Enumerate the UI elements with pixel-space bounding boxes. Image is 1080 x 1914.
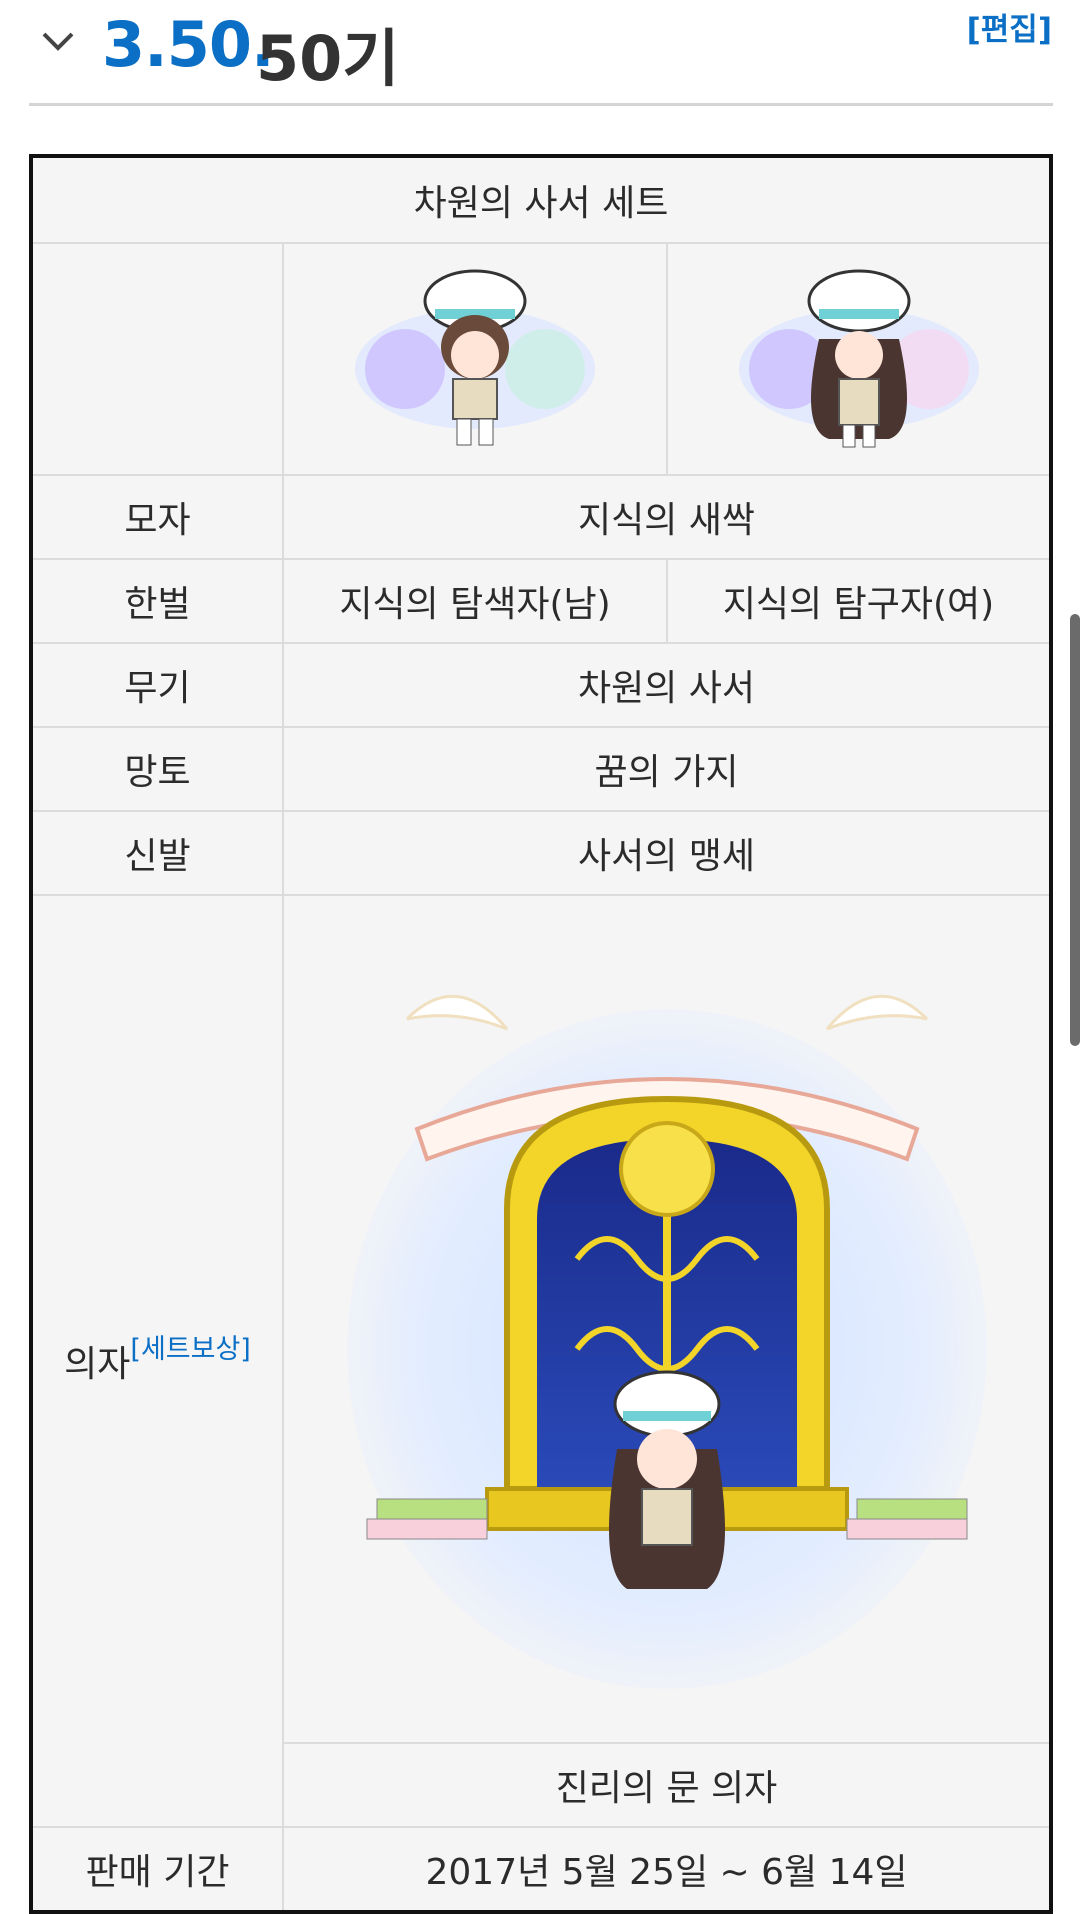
edit-link[interactable]: [편집] — [967, 4, 1052, 49]
female-character-image — [738, 269, 979, 448]
row-value-weapon: 차원의 사서 — [282, 642, 1052, 728]
section-number: 3.50. — [102, 8, 275, 81]
period-value: 2017년 5월 25일 ~ 6월 14일 — [282, 1826, 1052, 1913]
row-label-hat: 모자 — [30, 474, 284, 560]
section-heading: 3.50. 50기 [편집] — [0, 0, 1080, 106]
row-label-chair: 의자[세트보상] — [30, 894, 284, 1828]
period-label: 판매 기간 — [30, 1826, 284, 1913]
heading-divider — [29, 103, 1053, 106]
chair-image-cell — [282, 894, 1052, 1744]
set-title: 차원의 사서 세트 — [30, 155, 1052, 244]
set-reward-link[interactable]: [세트보상] — [130, 1334, 250, 1365]
male-character-cell — [282, 242, 668, 476]
row-label-outfit: 한벌 — [30, 558, 284, 644]
empty-cell — [30, 242, 284, 476]
male-character-image — [355, 269, 595, 446]
female-character-cell — [666, 242, 1052, 476]
row-label-shoes: 신발 — [30, 810, 284, 896]
chevron-down-icon[interactable] — [40, 24, 76, 60]
row-label-cape: 망토 — [30, 726, 284, 812]
chair-label: 의자 — [64, 1344, 131, 1385]
set-table: 차원의 사서 세트 모자 지식의 새싹 한벌 지식의 탐색자(남) 지식의 탐구… — [29, 154, 1053, 1914]
chair-name: 진리의 문 의자 — [282, 1742, 1052, 1828]
chair-image — [346, 994, 987, 1689]
row-label-weapon: 무기 — [30, 642, 284, 728]
scrollbar[interactable] — [1070, 614, 1080, 1046]
row-value-hat: 지식의 새싹 — [282, 474, 1052, 560]
row-value-cape: 꿈의 가지 — [282, 726, 1052, 812]
section-title: 50기 — [256, 22, 400, 95]
row-value-shoes: 사서의 맹세 — [282, 810, 1052, 896]
row-value-outfit-male: 지식의 탐색자(남) — [282, 558, 668, 644]
row-value-outfit-female: 지식의 탐구자(여) — [666, 558, 1052, 644]
